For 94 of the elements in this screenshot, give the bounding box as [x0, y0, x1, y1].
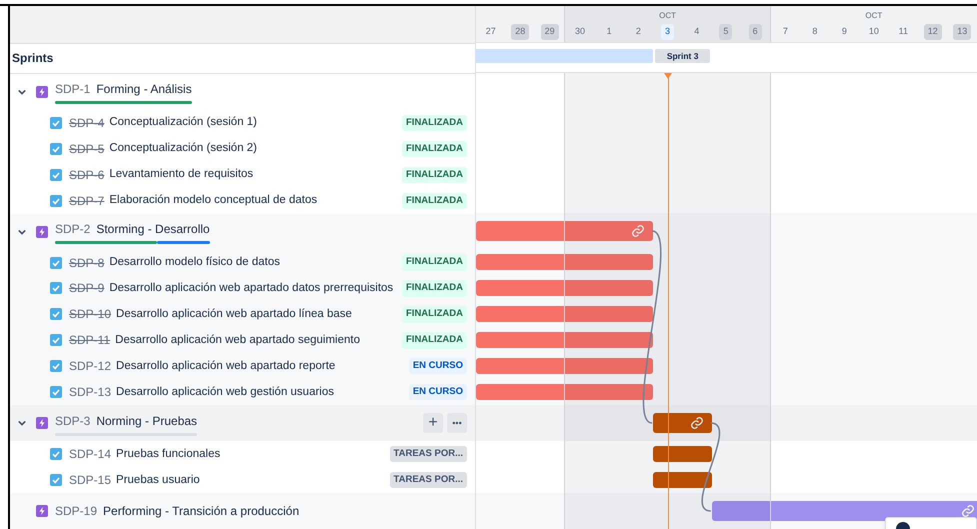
day-label: 5: [719, 24, 732, 40]
epic-icon: [36, 86, 48, 98]
sprints-label: Sprints: [12, 50, 54, 68]
timeline-bar[interactable]: [712, 501, 977, 521]
epic-icon: [36, 505, 48, 518]
status-lozenge[interactable]: TAREAS POR...: [390, 446, 467, 462]
issue-key[interactable]: SDP-12: [69, 357, 112, 376]
issue-title[interactable]: Desarrollo aplicación web apartado seguimiento: [115, 332, 360, 349]
link-icon: [690, 416, 704, 430]
issue-key[interactable]: SDP-19: [55, 502, 98, 520]
issue-title[interactable]: Conceptualización (sesión 1): [109, 114, 258, 132]
more-button[interactable]: •••: [447, 413, 467, 434]
task-icon: [50, 386, 62, 398]
task-icon: [50, 194, 62, 207]
day-label: 27: [484, 25, 497, 38]
status-lozenge[interactable]: FINALIZADA: [402, 114, 467, 131]
issue-title[interactable]: Elaboración modelo conceptual de datos: [109, 192, 318, 210]
status-lozenge[interactable]: FINALIZADA: [402, 306, 467, 323]
day-label: 8: [811, 25, 818, 38]
issue-title[interactable]: Desarrollo aplicación web gestión usuarios: [116, 384, 334, 401]
status-lozenge[interactable]: FINALIZADA: [402, 332, 467, 348]
issue-title[interactable]: Desarrollo aplicación web apartado datos prerrequisitos: [109, 280, 394, 298]
timeline-bar[interactable]: [652, 413, 712, 433]
epic-title[interactable]: Storming - Desarrollo: [96, 220, 210, 238]
issue-key[interactable]: SDP-3: [55, 412, 90, 430]
issue-key[interactable]: SDP-5: [69, 140, 104, 158]
issue-key[interactable]: SDP-2: [55, 220, 90, 238]
timeline-bar[interactable]: [652, 446, 712, 462]
day-label: 29: [540, 24, 559, 40]
issue-key[interactable]: SDP-1: [55, 80, 90, 98]
issue-title[interactable]: Desarrollo aplicación web apartado línea base: [116, 306, 352, 324]
task-icon: [50, 282, 62, 294]
issue-title[interactable]: Desarrollo modelo físico de datos: [109, 254, 280, 272]
epic-title[interactable]: Forming - Análisis: [96, 80, 192, 98]
day-label: 28: [511, 24, 530, 40]
month-label: OCT: [659, 10, 676, 22]
month-label: OCT: [865, 10, 882, 22]
today-marker-icon: [664, 73, 672, 79]
epic-title[interactable]: Performing - Transición a producción: [103, 502, 300, 520]
add-button[interactable]: +: [423, 413, 443, 434]
day-label: 7: [782, 25, 789, 38]
task-icon: [50, 142, 62, 155]
day-label: 3: [661, 24, 674, 40]
link-icon: [630, 224, 645, 238]
task-icon: [50, 256, 62, 269]
status-lozenge[interactable]: EN CURSO: [408, 358, 467, 374]
issue-key[interactable]: SDP-15: [69, 471, 112, 490]
status-lozenge[interactable]: FINALIZADA: [402, 254, 467, 271]
issue-title[interactable]: Pruebas funcionales: [116, 446, 220, 463]
epic-title[interactable]: Norming - Pruebas: [96, 412, 198, 430]
chevron-down-icon[interactable]: [18, 419, 26, 428]
day-label: 30: [574, 25, 586, 38]
status-lozenge[interactable]: EN CURSO: [408, 384, 467, 400]
task-icon: [50, 168, 62, 181]
epic-icon: [36, 417, 48, 430]
chevron-down-icon[interactable]: [18, 88, 26, 96]
day-label: 10: [868, 25, 880, 38]
timeline-bar[interactable]: [652, 472, 712, 488]
issue-key[interactable]: SDP-10: [69, 305, 112, 324]
issue-key[interactable]: SDP-8: [69, 254, 104, 272]
day-label: 9: [840, 25, 848, 38]
issue-title[interactable]: Conceptualización (sesión 2): [109, 140, 258, 158]
sprint-label[interactable]: Sprint 3: [654, 49, 710, 64]
status-lozenge[interactable]: FINALIZADA: [402, 280, 467, 297]
day-label: 4: [693, 25, 700, 38]
day-label: 11: [898, 25, 909, 38]
issue-key[interactable]: SDP-6: [69, 166, 104, 184]
issue-key[interactable]: SDP-11: [69, 331, 110, 350]
day-label: 6: [748, 24, 762, 40]
issue-title[interactable]: Pruebas usuario: [116, 472, 200, 489]
issue-key[interactable]: SDP-4: [69, 114, 104, 132]
task-icon: [50, 360, 62, 372]
chevron-down-icon[interactable]: [18, 228, 26, 236]
day-label: 1: [606, 25, 613, 38]
status-lozenge[interactable]: FINALIZADA: [402, 166, 467, 183]
status-lozenge[interactable]: FINALIZADA: [402, 192, 467, 209]
issue-title[interactable]: Levantamiento de requisitos: [109, 166, 254, 184]
status-lozenge[interactable]: FINALIZADA: [402, 140, 467, 157]
task-icon: [50, 116, 62, 129]
day-label: 2: [634, 25, 642, 38]
issue-key[interactable]: SDP-7: [69, 192, 104, 210]
sprint-bar[interactable]: [476, 49, 653, 64]
issue-key[interactable]: SDP-13: [69, 383, 112, 402]
task-icon: [50, 308, 62, 320]
day-label: 13: [953, 24, 972, 40]
issue-title[interactable]: Desarrollo aplicación web apartado reporte: [116, 358, 336, 375]
task-icon: [50, 448, 62, 460]
issue-key[interactable]: SDP-14: [69, 445, 112, 464]
day-label: 12: [924, 24, 942, 40]
status-lozenge[interactable]: TAREAS POR...: [390, 472, 467, 488]
task-icon: [50, 334, 62, 346]
issue-key[interactable]: SDP-9: [69, 279, 104, 298]
epic-icon: [36, 226, 48, 238]
task-icon: [50, 474, 62, 486]
